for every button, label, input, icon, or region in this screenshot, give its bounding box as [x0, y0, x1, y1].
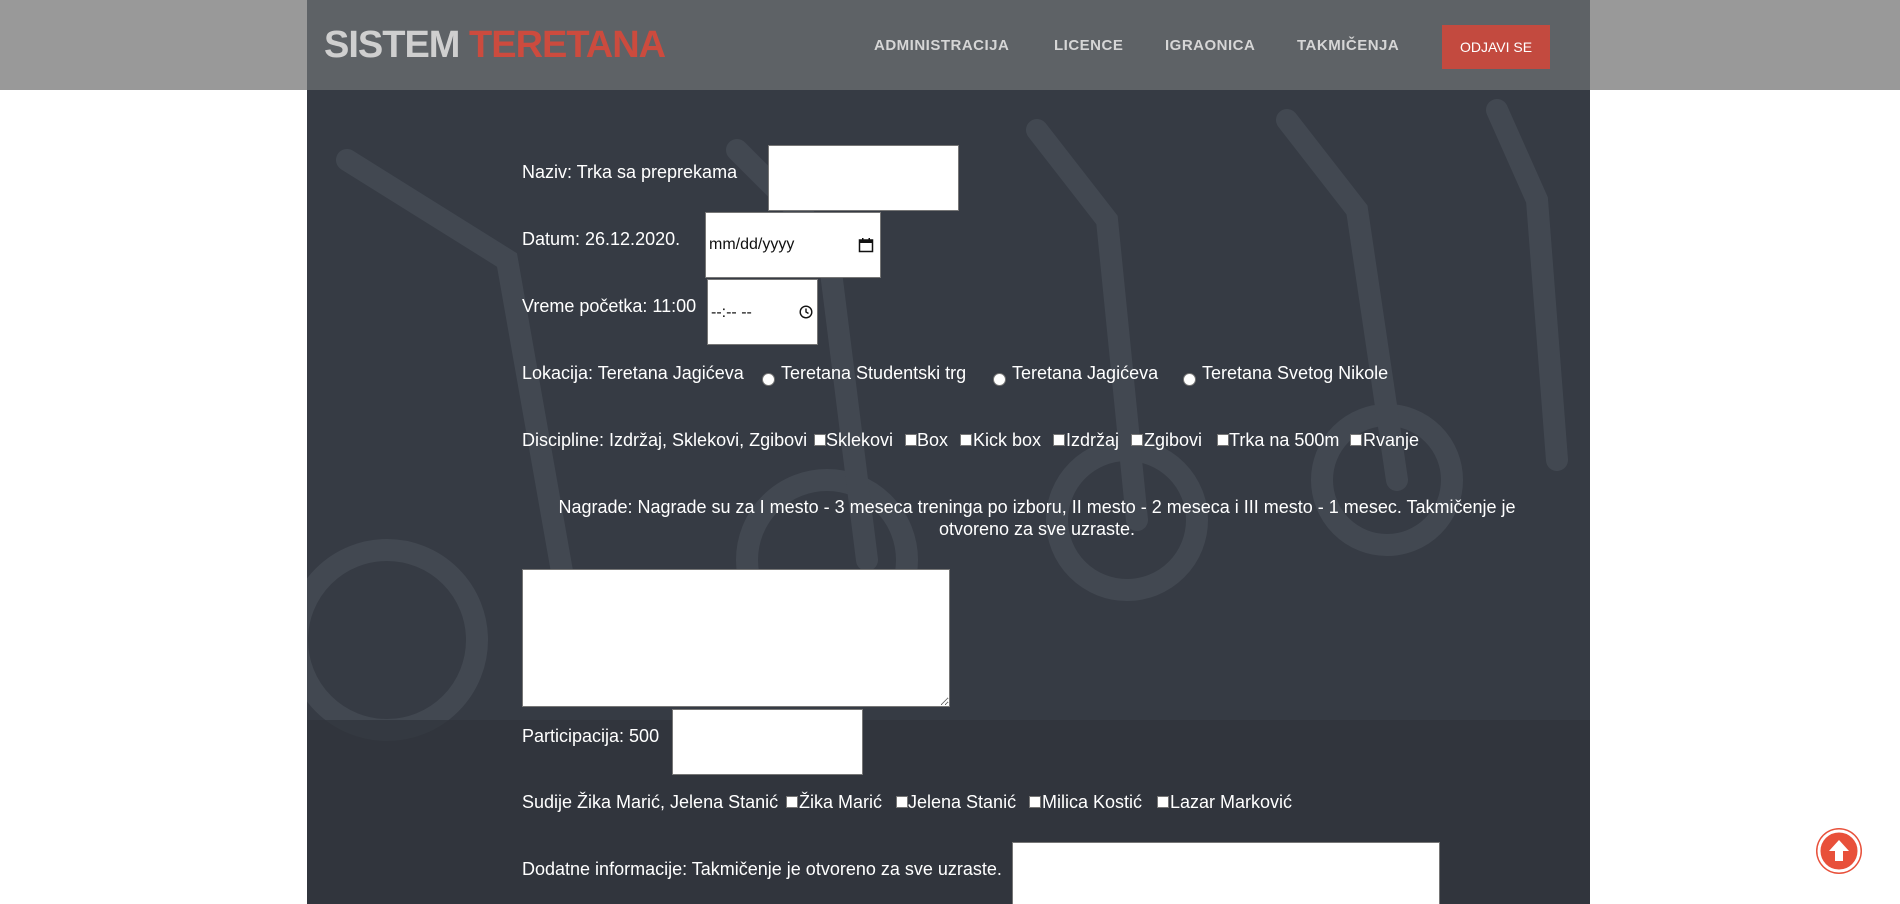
participacija-label: Participacija: 500	[522, 726, 660, 746]
discipline-checkbox-box[interactable]	[905, 434, 917, 446]
site-logo[interactable]: SISTEM TERETANA	[324, 24, 666, 67]
discipline-checkbox-trka-500m[interactable]	[1217, 434, 1229, 446]
lokacija-label: Lokacija: Teretana Jagićeva	[522, 363, 744, 383]
discipline-checkbox-sklekovi[interactable]	[814, 434, 826, 446]
datum-label: Datum: 26.12.2020.	[522, 229, 681, 249]
vreme-label: Vreme početka: 11:00	[522, 296, 697, 316]
nagrade-textarea[interactable]	[522, 569, 950, 707]
nav-takmicenja[interactable]: TAKMIČENJA	[1297, 37, 1399, 54]
clock-icon[interactable]	[799, 305, 813, 319]
main-panel: SISTEM TERETANA ADMINISTRACIJA LICENCE I…	[307, 0, 1590, 904]
dodatne-informacije-label: Dodatne informacije: Takmičenje je otvor…	[522, 859, 1002, 879]
discipline-option-label: Zgibovi	[1144, 430, 1203, 450]
discipline-checkbox-izdrzaj[interactable]	[1053, 434, 1065, 446]
lokacija-option-label: Teretana Svetog Nikole	[1202, 363, 1389, 383]
discipline-option-label: Box	[917, 430, 949, 450]
discipline-option-label: Sklekovi	[826, 430, 894, 450]
discipline-label: Discipline: Izdržaj, Sklekovi, Zgibovi	[522, 430, 808, 450]
lokacija-option-label: Teretana Jagićeva	[1012, 363, 1159, 383]
naziv-label: Naziv: Trka sa preprekama	[522, 162, 738, 182]
nav-igraonica[interactable]: IGRAONICA	[1165, 37, 1255, 54]
nav-licence[interactable]: LICENCE	[1054, 37, 1123, 54]
nav-administracija[interactable]: ADMINISTRACIJA	[874, 37, 1009, 54]
sudije-option-label: Lazar Marković	[1170, 792, 1293, 812]
sudije-label: Sudije Žika Marić, Jelena Stanić	[522, 792, 779, 812]
sudije-checkbox-zika-maric[interactable]	[786, 796, 798, 808]
logout-button[interactable]: ODJAVI SE	[1442, 25, 1550, 69]
gym-bikes-background-image	[307, 99, 1590, 904]
sudije-option-label: Milica Kostić	[1042, 792, 1143, 812]
sudije-option-label: Žika Marić	[799, 792, 883, 812]
site-header: SISTEM TERETANA ADMINISTRACIJA LICENCE I…	[307, 0, 1590, 90]
vreme-placeholder: --:-- --	[711, 304, 752, 321]
sudije-checkbox-jelena-stanic[interactable]	[896, 796, 908, 808]
sudije-checkbox-milica-kostic[interactable]	[1029, 796, 1041, 808]
discipline-option-label: Rvanje	[1363, 430, 1420, 450]
calendar-icon[interactable]	[858, 237, 874, 253]
datum-input[interactable]: mm/dd/yyyy	[705, 212, 881, 278]
datum-placeholder: mm/dd/yyyy	[709, 236, 795, 253]
discipline-option-label: Kick box	[973, 430, 1042, 450]
lokacija-option-label: Teretana Studentski trg	[781, 363, 967, 383]
dodatne-informacije-input[interactable]	[1012, 842, 1440, 904]
discipline-checkbox-rvanje[interactable]	[1350, 434, 1362, 446]
vreme-input[interactable]: --:-- --	[707, 279, 818, 345]
discipline-checkbox-zgibovi[interactable]	[1131, 434, 1143, 446]
lokacija-radio-jagiceva[interactable]	[993, 373, 1006, 386]
discipline-option-label: Izdržaj	[1066, 430, 1120, 450]
sudije-checkbox-lazar-markovic[interactable]	[1157, 796, 1169, 808]
participacija-input[interactable]	[672, 709, 863, 775]
lokacija-radio-svetog-nikole[interactable]	[1183, 373, 1196, 386]
scroll-to-top-button[interactable]	[1816, 828, 1862, 874]
discipline-option-label: Trka na 500m	[1229, 430, 1340, 450]
logo-part-2: TERETANA	[469, 24, 666, 66]
discipline-checkbox-kick-box[interactable]	[960, 434, 972, 446]
nagrade-text: Nagrade: Nagrade su za I mesto - 3 mesec…	[558, 497, 1516, 539]
logo-part-1: SISTEM	[324, 24, 460, 66]
arrow-up-icon	[1817, 829, 1861, 873]
sudije-option-label: Jelena Stanić	[908, 792, 1017, 812]
lokacija-radio-studentski-trg[interactable]	[762, 373, 775, 386]
naziv-input[interactable]	[768, 145, 959, 211]
